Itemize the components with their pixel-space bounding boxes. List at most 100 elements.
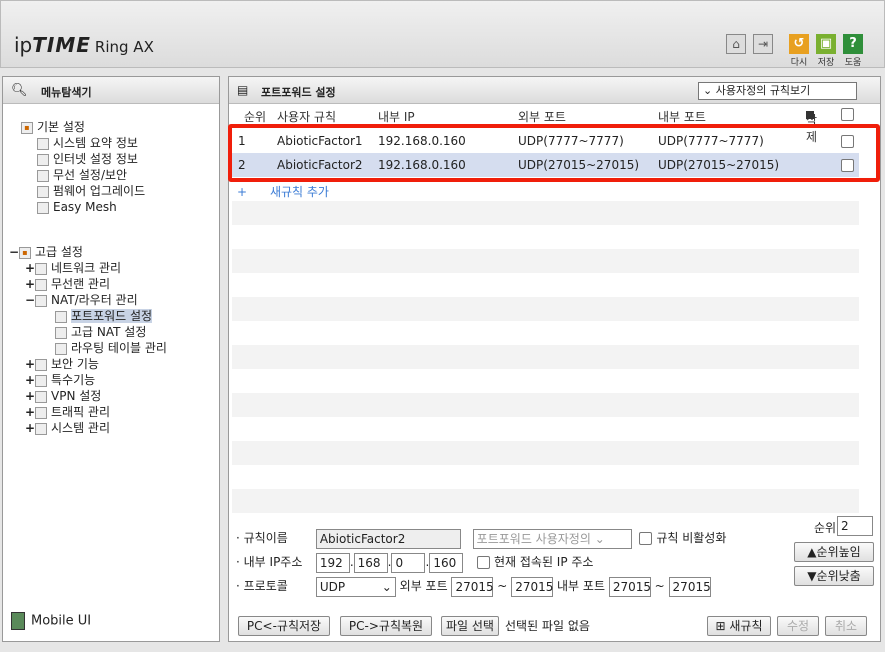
chevron-down-icon: ⌄ [381,579,392,594]
collapse-icon[interactable]: − [9,244,19,260]
expand-icon[interactable]: + [25,276,35,292]
ip-octet-3[interactable]: 0 [391,552,426,573]
expand-icon[interactable]: + [25,420,35,436]
empty-row [232,465,859,489]
tree-item-wireless[interactable]: 무선 설정/보안 [37,167,127,183]
mobile-ui-link[interactable]: Mobile UI [11,612,91,630]
choose-file-button[interactable]: 파일 선택 [441,616,499,636]
tree-item-wlan[interactable]: + 무선랜 관리 [25,276,110,292]
save-icon[interactable]: ▣ [816,34,836,54]
ext-port-from[interactable]: 27015 [451,576,494,597]
chart-icon [35,422,47,435]
col-ip: 내부 IP [378,110,415,124]
header-bar: ipTIME Ring AX ⌂ ⇥ ↺ 다시 ▣ 저장 ? 도움 [0,0,885,68]
folder-icon: ▪ [19,246,31,259]
ip-octet-1[interactable]: 192 [315,552,350,573]
tree-item-network[interactable]: + 네트워크 관리 [25,260,121,276]
empty-row [232,225,859,249]
empty-row [232,369,859,393]
chart-icon [37,137,49,150]
int-port-from[interactable]: 27015 [608,576,651,597]
tree-item-traffic[interactable]: + 트래픽 관리 [25,404,110,420]
protocol-select[interactable]: UDP ⌄ [315,576,396,597]
menu-explorer-header: 🔍︎ 메뉴탐색기 [3,77,219,104]
col-int-port: 내부 포트 [658,110,706,124]
col-ext-port: 외부 포트 [518,110,566,124]
rank-down-button[interactable]: ▼순위낮춤 [794,566,874,586]
empty-row [232,249,859,273]
disable-rule-checkbox[interactable] [639,532,653,545]
ext-port-to[interactable]: 27015 [511,576,553,597]
rule-name-label: · 규칙이름 [236,531,288,545]
select-all-checkbox[interactable] [841,108,854,121]
current-ip-label: 현재 접속된 IP 주소 [493,555,594,569]
security-icon [35,358,47,371]
tree-item-easymesh[interactable]: Easy Mesh [37,199,117,215]
add-rule-link[interactable]: + 새규칙 추가 [237,183,329,200]
preset-select[interactable]: 포트포워드 사용자정의 ⌄ [472,528,632,549]
current-ip-checkbox[interactable] [477,556,491,569]
view-rule-select[interactable]: ⌄ 사용자정의 규칙보기 [698,82,857,100]
logout-icon[interactable]: ⇥ [753,34,773,54]
new-rule-button[interactable]: ⊞ 새규칙 [707,616,771,636]
int-port-to[interactable]: 27015 [668,576,711,597]
network-icon [35,262,47,275]
folder-icon: ▪ [21,121,33,134]
page-title: 포트포워드 설정 [261,86,336,99]
tree-item-special[interactable]: + 특수기능 [25,372,95,388]
rank-input[interactable]: 2 [837,516,873,536]
tree-advanced-settings[interactable]: − ▪ 고급 설정 [9,244,83,260]
empty-row [232,417,859,441]
expand-icon[interactable]: + [25,388,35,404]
undo-icon[interactable]: ↺ [789,34,809,54]
home-icon[interactable]: ⌂ [726,34,746,54]
ip-octet-2[interactable]: 168 [353,552,388,573]
expand-icon[interactable]: + [25,356,35,372]
window-icon: ▤ [237,83,249,97]
tree-item-system[interactable]: + 시스템 관리 [25,420,110,436]
empty-row [232,441,859,465]
plus-icon: + [237,185,248,199]
traffic-icon [35,406,47,419]
mobile-icon [11,612,25,630]
cancel-button[interactable]: 취소 [825,616,867,636]
tree-item-system-summary[interactable]: 시스템 요약 정보 [37,135,138,151]
tree-item-internet-info[interactable]: 인터넷 설정 정보 [37,151,138,167]
ip-octet-4[interactable]: 160 [429,552,464,573]
menu-explorer: 🔍︎ 메뉴탐색기 ▪ 기본 설정 시스템 요약 정보 인터넷 설정 정보 무선 설… [2,76,220,642]
router-icon [35,294,47,307]
edit-button[interactable]: 수정 [777,616,819,636]
rank-up-button[interactable]: ▲순위높임 [794,542,874,562]
internal-ip-row: · 내부 IP주소 192. 168. 0. 160 현재 접속된 IP 주소 [236,552,594,573]
save-to-pc-button[interactable]: PC<-규칙저장 [238,616,330,636]
tree-item-security[interactable]: + 보안 기능 [25,356,99,372]
plus-box-icon: ⊞ [715,619,726,633]
page-icon [55,310,67,323]
tree-item-advanced-nat[interactable]: 고급 NAT 설정 [55,324,146,340]
panel-header: ▤ 포트포워드 설정 ⌄ 사용자정의 규칙보기 [229,77,880,104]
restore-from-pc-button[interactable]: PC->규칙복원 [340,616,432,636]
empty-row [232,297,859,321]
page-icon [55,326,67,339]
help-icon[interactable]: ? [843,34,863,54]
chevron-down-icon: ⌄ [594,531,605,546]
tree-item-firmware[interactable]: 펌웨어 업그레이드 [37,183,145,199]
expand-icon[interactable]: + [25,372,35,388]
tree-item-nat[interactable]: − NAT/라우터 관리 [25,292,138,308]
help-label: 도움 [844,58,862,68]
expand-icon[interactable]: + [25,404,35,420]
expand-icon[interactable]: + [25,260,35,276]
protocol-row: · 프로토콜 UDP ⌄ 외부 포트 27015 ~ 27015 내부 포트 27… [236,576,711,597]
tree-item-vpn[interactable]: + VPN 설정 [25,388,101,404]
rule-name-input[interactable]: AbioticFactor2 [315,528,461,549]
empty-row [232,393,859,417]
page-icon [55,342,67,355]
triangle-up-icon: ▲ [807,545,817,559]
tree-basic-settings[interactable]: ▪ 기본 설정 [21,119,85,135]
tree-item-routing-table[interactable]: 라우팅 테이블 관리 [55,340,167,356]
col-rule: 사용자 규칙 [277,110,337,124]
empty-row [232,489,859,513]
highlight-box [228,124,880,182]
tree-item-port-forward[interactable]: 포트포워드 설정 [55,308,153,324]
collapse-icon[interactable]: − [25,292,35,308]
